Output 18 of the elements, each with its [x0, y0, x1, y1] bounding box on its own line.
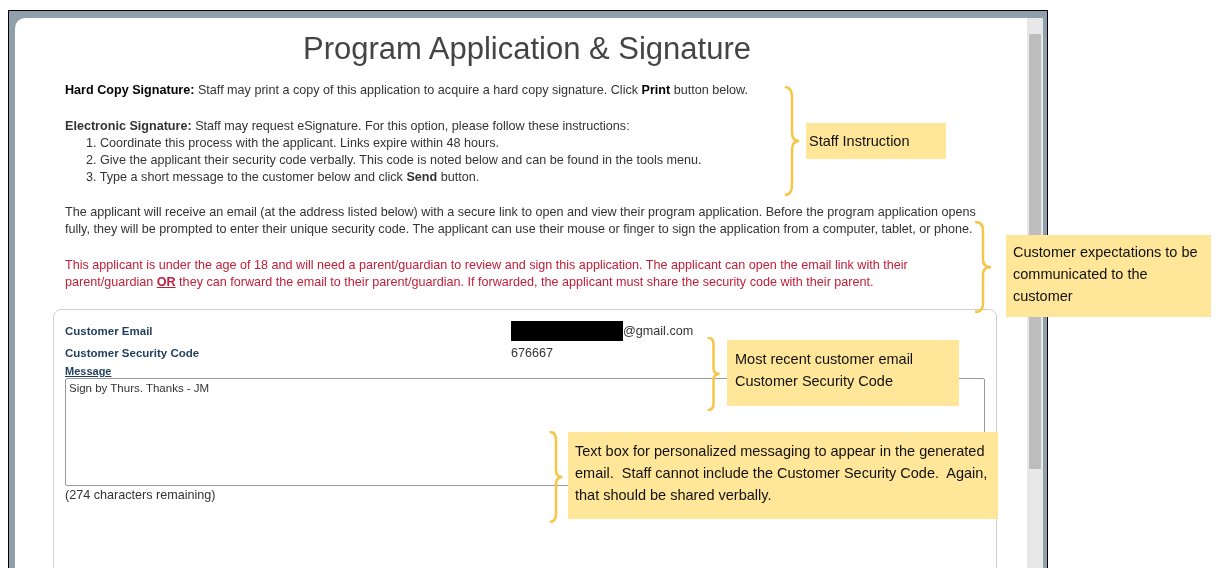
- instruction-step: 3. Type a short message to the customer below and click Send button.: [86, 169, 480, 186]
- field-label: Message: [65, 364, 113, 378]
- email-info-paragraph: The applicant will receive an email (at the address listed below) with a secure link to open and view their program application. Before the program application opens fully, they will be prompted to enter their unique security code. The applicant can use their mouse or finger to sign the application from a computer, tablet, or phone.: [65, 204, 977, 238]
- electronic-instruction: Electronic Signature: Staff may request eSignature. For this option, please follow these instructions:: [65, 118, 631, 135]
- field-label: Customer Security Code: [65, 345, 201, 361]
- dialog-title: Program Application & Signature: [302, 32, 751, 66]
- instruction-step: 1. Coordinate this process with the applicant. Links expire within 48 hours.: [86, 135, 500, 152]
- annotation-tooltip: Text box for personalized messaging to appear in the generated email. Staff cannot include the Customer Security Code. Again, that should be shared verbally.: [568, 432, 998, 519]
- minor-warning-paragraph: This applicant is under the age of 18 and will need a parent/guardian to review and sign this application. The applicant can open the email link with their parent/guardian OR they can forward the email to their parent/guardian. If forwarded, the applicant must share the security code with their parent.: [65, 257, 909, 291]
- field-value: 676667: [511, 344, 554, 362]
- field-label: Customer Email: [65, 323, 154, 339]
- field-value: @gmail.com: [623, 322, 694, 340]
- annotation-tooltip: Customer expectations to be communicated to the customer: [1006, 235, 1211, 317]
- instruction-step: 2. Give the applicant their security code verbally. This code is noted below and can be found in the tools menu.: [86, 152, 702, 169]
- characters-remaining: (274 characters remaining): [65, 487, 216, 504]
- annotation-tooltip: Staff Instruction: [806, 123, 946, 159]
- hard-copy-instruction: Hard Copy Signature: Staff may print a copy of this application to acquire a hard copy signature. Click Print button below.: [65, 82, 749, 99]
- annotation-tooltip: Most recent customer email Customer Security Code: [727, 340, 959, 406]
